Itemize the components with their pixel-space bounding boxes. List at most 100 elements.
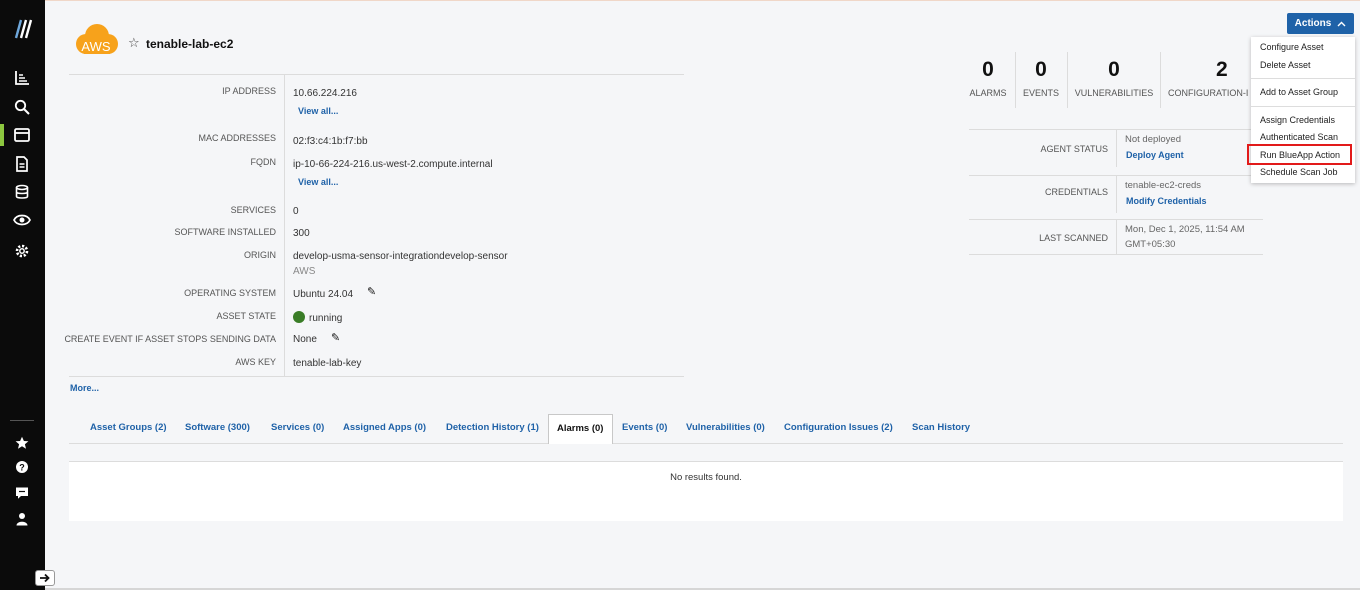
alarms-label: ALARMS [969,88,1007,98]
tab-vulnerabilities[interactable]: Vulnerabilities (0) [686,422,765,433]
actions-button[interactable]: Actions [1287,13,1354,34]
tab-assigned-apps[interactable]: Assigned Apps (0) [343,422,426,433]
tab-alarms-label: Alarms (0) [557,423,604,434]
user-icon[interactable] [12,509,32,529]
environment-icon[interactable] [12,125,32,145]
tab-software[interactable]: Software (300) [185,422,250,433]
help-icon[interactable]: ? [12,457,32,477]
expand-sidebar-button[interactable] [35,570,55,586]
operating-system-value: Ubuntu 24.04 [293,289,354,300]
tab-detection-history[interactable]: Detection History (1) [446,422,539,433]
menu-item-configure-asset[interactable]: Configure Asset [1260,42,1324,52]
settings-icon[interactable] [12,241,32,261]
eye-icon[interactable] [12,210,32,230]
info-divider [1116,220,1117,254]
vulnerabilities-label: VULNERABILITIES [1074,88,1154,98]
chevron-up-icon [1337,21,1346,26]
asset-state-text: running [309,313,343,324]
last-scanned-timezone: GMT+05:30 [1125,239,1176,250]
origin-value: develop-usma-sensor-integrationdevelop-s… [293,251,508,262]
ip-view-all-link[interactable]: View all... [298,106,338,116]
credentials-value: tenable-ec2-creds [1125,180,1202,191]
running-status-dot-icon [293,311,305,323]
menu-item-schedule-scan-job[interactable]: Schedule Scan Job [1260,167,1338,177]
credentials-row: CREDENTIALS tenable-ec2-creds Modify Cre… [969,175,1263,213]
alarms-count: 0 [982,58,994,81]
stat-divider [1015,52,1016,108]
services-label: SERVICES [230,205,276,215]
tab-scan-history[interactable]: Scan History [912,422,970,433]
tab-configuration-issues[interactable]: Configuration Issues (2) [784,422,893,433]
menu-divider [1251,106,1355,107]
alarms-stat[interactable]: 0 ALARMS [969,58,1007,98]
sidebar: ? [0,0,45,590]
data-icon[interactable] [12,182,32,202]
arrow-right-icon [40,573,50,583]
star-icon[interactable] [12,433,32,453]
tab-asset-groups[interactable]: Asset Groups (2) [90,422,167,433]
agent-status-value: Not deployed [1125,134,1181,145]
operating-system-label: OPERATING SYSTEM [184,288,276,298]
menu-item-assign-credentials[interactable]: Assign Credentials [1260,115,1335,125]
fqdn-label: FQDN [250,157,277,167]
edit-create-event-pencil-icon[interactable]: ✎ [331,331,340,344]
asset-details: IP ADDRESS 10.66.224.216 View all... MAC… [64,74,684,377]
last-scanned-label: LAST SCANNED [1039,233,1108,243]
more-link[interactable]: More... [70,383,99,393]
asset-tabs: Asset Groups (2) Software (300) Services… [69,414,1343,444]
app-logo-icon[interactable] [12,16,34,42]
agent-status-row: AGENT STATUS Not deployed Deploy Agent [969,129,1263,167]
top-border [45,0,1360,1]
mac-addresses-value: 02:f3:c4:1b:f7:bb [293,136,368,147]
events-stat[interactable]: 0 EVENTS [1021,58,1061,98]
vulnerabilities-stat[interactable]: 0 VULNERABILITIES [1073,58,1155,98]
tab-services[interactable]: Services (0) [271,422,324,433]
vulnerabilities-count: 0 [1108,58,1120,81]
tab-alarms[interactable]: Alarms (0) [548,414,613,444]
deploy-agent-link[interactable]: Deploy Agent [1126,150,1184,160]
svg-text:?: ? [19,463,25,473]
active-indicator [0,124,4,146]
sidebar-divider [10,420,34,421]
menu-item-delete-asset[interactable]: Delete Asset [1260,60,1311,70]
dashboard-icon[interactable] [12,68,32,88]
menu-divider [1251,78,1355,79]
aws-key-label: AWS KEY [235,357,276,367]
info-divider [1116,176,1117,213]
menu-item-add-to-asset-group[interactable]: Add to Asset Group [1260,87,1338,97]
software-installed-label: SOFTWARE INSTALLED [174,227,276,237]
configuration-issues-stat[interactable]: 2 CONFIGURATION-I [1168,58,1248,98]
chat-icon[interactable] [12,483,32,503]
create-event-label: CREATE EVENT IF ASSET STOPS SENDING DATA [64,334,276,344]
asset-state-value: running [293,311,342,324]
aws-cloud-logo: AWS [76,24,118,54]
ip-address-label: IP ADDRESS [222,86,276,96]
menu-item-authenticated-scan[interactable]: Authenticated Scan [1260,132,1338,142]
stat-divider [1160,52,1161,108]
asset-title: tenable-lab-ec2 [146,37,234,51]
agent-status-label: AGENT STATUS [1040,144,1108,154]
origin-label: ORIGIN [243,250,276,260]
fqdn-view-all-link[interactable]: View all... [298,177,338,187]
origin-sub-value: AWS [293,266,316,277]
actions-label: Actions [1294,18,1332,29]
no-results-text: No results found. [670,472,742,483]
ip-address-value: 10.66.224.216 [293,88,357,99]
asset-state-label: ASSET STATE [216,311,276,321]
services-value: 0 [293,206,299,217]
details-divider [284,75,285,376]
search-icon[interactable] [12,97,32,117]
modify-credentials-link[interactable]: Modify Credentials [1126,196,1207,206]
configuration-issues-count: 2 [1216,58,1228,81]
reports-icon[interactable] [12,154,32,174]
create-event-value: None [293,334,317,345]
mac-addresses-label: MAC ADDRESSES [198,133,276,143]
favorite-star-icon[interactable]: ☆ [128,35,140,51]
tab-events[interactable]: Events (0) [622,422,667,433]
software-installed-value: 300 [293,228,310,239]
events-count: 0 [1035,58,1047,81]
configuration-issues-label: CONFIGURATION-I [1168,88,1249,98]
last-scanned-row: LAST SCANNED Mon, Dec 1, 2025, 11:54 AM … [969,219,1263,255]
edit-os-pencil-icon[interactable]: ✎ [367,285,376,298]
highlight-box [1247,144,1352,165]
